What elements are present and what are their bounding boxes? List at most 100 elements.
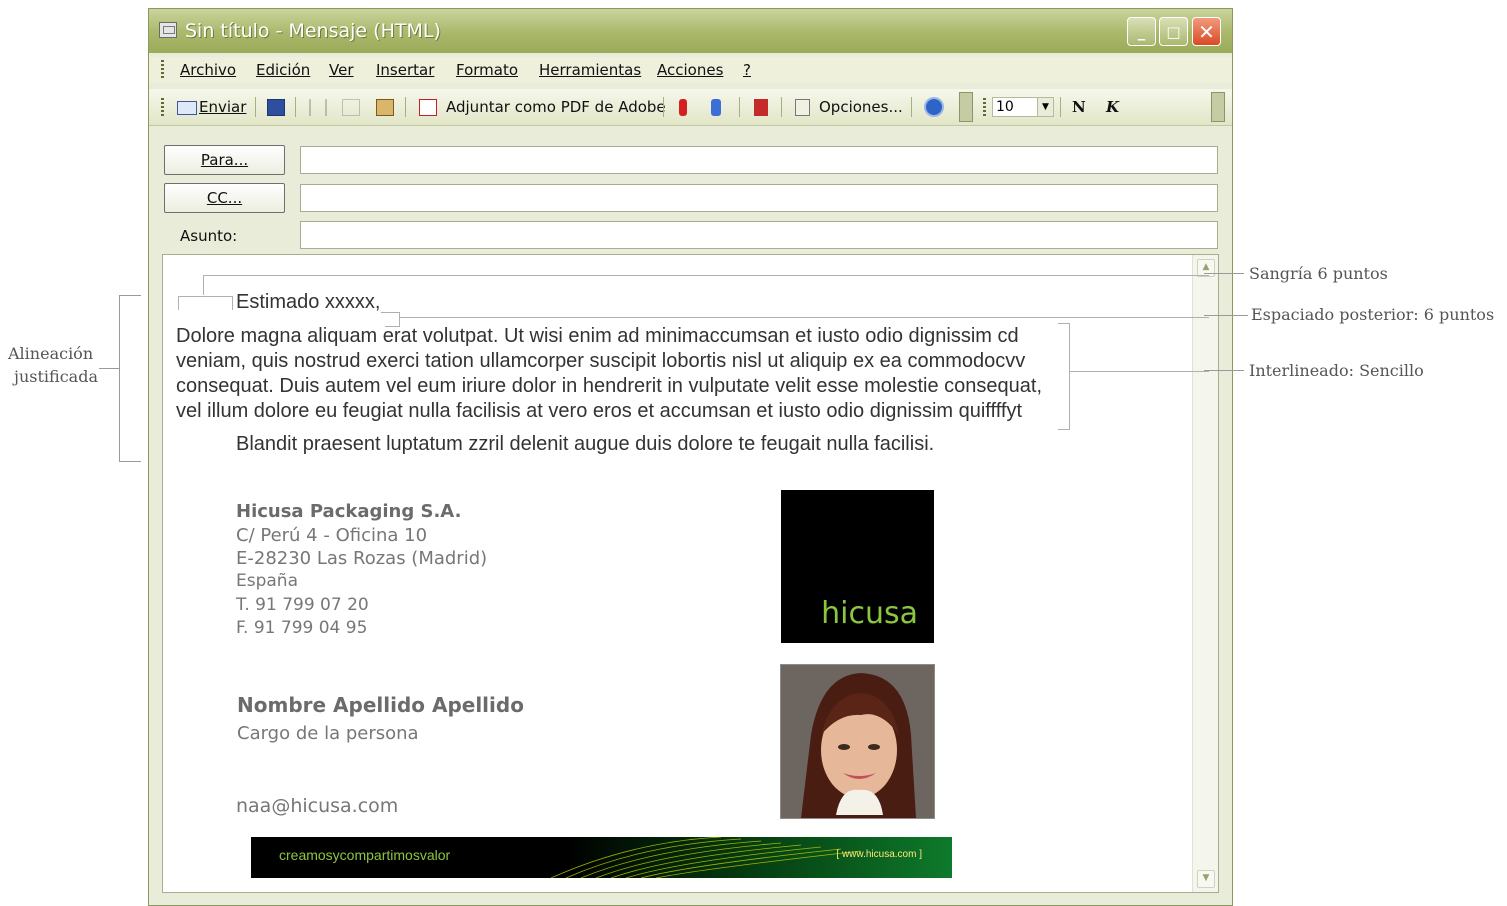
annotation-alignment-line2: justificada bbox=[14, 367, 98, 386]
vertical-scrollbar[interactable]: ▲ ▼ bbox=[1192, 255, 1218, 892]
address-line: España bbox=[236, 571, 298, 591]
toolbar-separator bbox=[739, 97, 740, 117]
toolbar-separator bbox=[295, 97, 296, 117]
flag-icon[interactable] bbox=[754, 99, 768, 116]
menubar-grip-icon[interactable] bbox=[161, 60, 164, 78]
indent-box-right bbox=[232, 296, 233, 310]
copy-icon[interactable] bbox=[342, 99, 360, 116]
bracket-left-connector bbox=[99, 368, 119, 369]
toolbar-separator bbox=[405, 97, 406, 117]
company-name: Hicusa Packaging S.A. bbox=[236, 501, 462, 522]
toolbar: Enviar Adjuntar como PDF de Adobe Opcion… bbox=[149, 89, 1232, 126]
format-toolbar-grip-icon[interactable] bbox=[983, 98, 986, 116]
toolbar-overflow-icon[interactable] bbox=[959, 92, 973, 122]
to-input[interactable] bbox=[300, 146, 1218, 174]
spacing-marker-right bbox=[399, 312, 400, 326]
spacing-marker-top bbox=[381, 312, 399, 313]
subject-input[interactable] bbox=[300, 221, 1218, 249]
indent-leader-line bbox=[1204, 273, 1244, 274]
hicusa-logo: hicusa bbox=[781, 490, 934, 643]
window-title: Sin título - Mensaje (HTML) bbox=[185, 20, 441, 42]
paragraph-bracket-vertical bbox=[1069, 323, 1070, 429]
bracket-left-bottom bbox=[119, 461, 141, 462]
indent-marker-line bbox=[203, 275, 1209, 276]
signature-banner: creamosycompartimosvalor [ www.hicusa.co… bbox=[251, 837, 952, 878]
fax-number: F. 91 799 04 95 bbox=[236, 618, 368, 638]
minimize-button[interactable]: _ bbox=[1127, 17, 1156, 46]
portrait-image bbox=[781, 665, 934, 818]
cc-input[interactable] bbox=[300, 184, 1218, 212]
menu-formato[interactable]: Formato bbox=[456, 61, 518, 79]
to-button[interactable]: Para... bbox=[164, 145, 285, 175]
italic-button[interactable]: K bbox=[1106, 98, 1119, 116]
menu-bar: Archivo Edición Ver Insertar Formato Her… bbox=[149, 57, 1232, 83]
menu-edicion[interactable]: Edición bbox=[256, 61, 310, 79]
pdf-icon bbox=[419, 99, 437, 116]
message-icon bbox=[159, 22, 177, 38]
options-button[interactable]: Opciones... bbox=[819, 98, 903, 116]
email-link[interactable]: naa@hicusa.com bbox=[236, 795, 398, 817]
options-icon bbox=[795, 99, 810, 116]
menu-acciones[interactable]: Acciones bbox=[657, 61, 723, 79]
line-spacing-leader-line bbox=[1204, 370, 1244, 371]
paragraph-line: vel illum dolore eu feugiat nulla facili… bbox=[176, 400, 1022, 422]
subject-label: Asunto: bbox=[180, 227, 238, 245]
menu-archivo[interactable]: Archivo bbox=[180, 61, 236, 79]
indent-marker-tick bbox=[203, 275, 204, 295]
save-icon[interactable] bbox=[267, 99, 285, 116]
paste-icon[interactable] bbox=[376, 99, 394, 116]
spacing-leader-line bbox=[1204, 315, 1248, 316]
toolbar-grip-icon[interactable] bbox=[161, 98, 164, 116]
toolbar-separator bbox=[663, 97, 664, 117]
paragraph-line: consequat. Duis autem vel eum iriure dol… bbox=[176, 375, 1043, 397]
indent-box-top bbox=[178, 296, 233, 297]
toolbar-separator bbox=[1060, 97, 1061, 117]
toolbar-separator bbox=[781, 97, 782, 117]
attach-pdf-button[interactable]: Adjuntar como PDF de Adobe bbox=[446, 98, 666, 116]
message-window: Sin título - Mensaje (HTML) _ □ ✕ Archiv… bbox=[148, 8, 1233, 906]
annotation-line-spacing: Interlineado: Sencillo bbox=[1249, 361, 1424, 380]
toolbar-overflow-icon[interactable] bbox=[1211, 92, 1225, 122]
cc-button[interactable]: CC... bbox=[164, 183, 285, 213]
low-importance-icon[interactable] bbox=[711, 99, 721, 116]
annotation-indent: Sangría 6 puntos bbox=[1249, 264, 1388, 283]
menu-ver[interactable]: Ver bbox=[329, 61, 354, 79]
menu-herramientas[interactable]: Herramientas bbox=[539, 61, 641, 79]
spacing-marker-line bbox=[399, 317, 1209, 318]
menu-insertar[interactable]: Insertar bbox=[376, 61, 434, 79]
title-bar[interactable]: Sin título - Mensaje (HTML) _ □ ✕ bbox=[149, 9, 1232, 53]
cut-icon[interactable] bbox=[309, 99, 327, 116]
menu-help[interactable]: ? bbox=[743, 61, 751, 79]
closing-line: Blandit praesent luptatum zzril delenit … bbox=[236, 433, 935, 455]
paragraph-bracket-bottom bbox=[1058, 429, 1070, 430]
close-button[interactable]: ✕ bbox=[1192, 17, 1221, 46]
person-role: Cargo de la persona bbox=[237, 723, 419, 744]
toolbar-separator bbox=[911, 97, 912, 117]
phone-number: T. 91 799 07 20 bbox=[236, 595, 369, 615]
scroll-down-icon[interactable]: ▼ bbox=[1197, 870, 1215, 888]
bracket-left-top bbox=[119, 295, 141, 296]
send-button[interactable]: Enviar bbox=[199, 98, 246, 116]
banner-url[interactable]: [ www.hicusa.com ] bbox=[836, 849, 922, 860]
annotation-spacing: Espaciado posterior: 6 puntos bbox=[1251, 305, 1495, 324]
address-line: E-28230 Las Rozas (Madrid) bbox=[236, 548, 488, 569]
paragraph-line: veniam, quis nostrud exerci tation ullam… bbox=[176, 350, 1026, 372]
annotation-alignment-line1: Alineación bbox=[8, 344, 94, 363]
send-icon bbox=[177, 101, 197, 115]
help-icon[interactable] bbox=[924, 97, 944, 117]
font-size-select[interactable]: 10 ▼ bbox=[992, 97, 1054, 117]
bracket-left-vertical bbox=[119, 295, 120, 461]
message-body[interactable]: ▲ ▼ Estimado xxxxx, Dolore magna aliquam… bbox=[162, 254, 1219, 893]
bold-button[interactable]: N bbox=[1072, 98, 1086, 116]
indent-box-left bbox=[178, 296, 179, 310]
high-importance-icon[interactable] bbox=[679, 99, 687, 116]
toolbar-separator bbox=[255, 97, 256, 117]
maximize-button[interactable]: □ bbox=[1159, 17, 1188, 46]
logo-text: hicusa bbox=[821, 596, 918, 631]
banner-slogan: creamosycompartimosvalor bbox=[279, 847, 451, 863]
address-line: C/ Perú 4 - Oficina 10 bbox=[236, 525, 428, 546]
person-name: Nombre Apellido Apellido bbox=[237, 693, 524, 717]
chevron-down-icon[interactable]: ▼ bbox=[1037, 98, 1053, 116]
greeting: Estimado xxxxx, bbox=[236, 291, 381, 313]
paragraph-bracket-top bbox=[1058, 323, 1070, 324]
